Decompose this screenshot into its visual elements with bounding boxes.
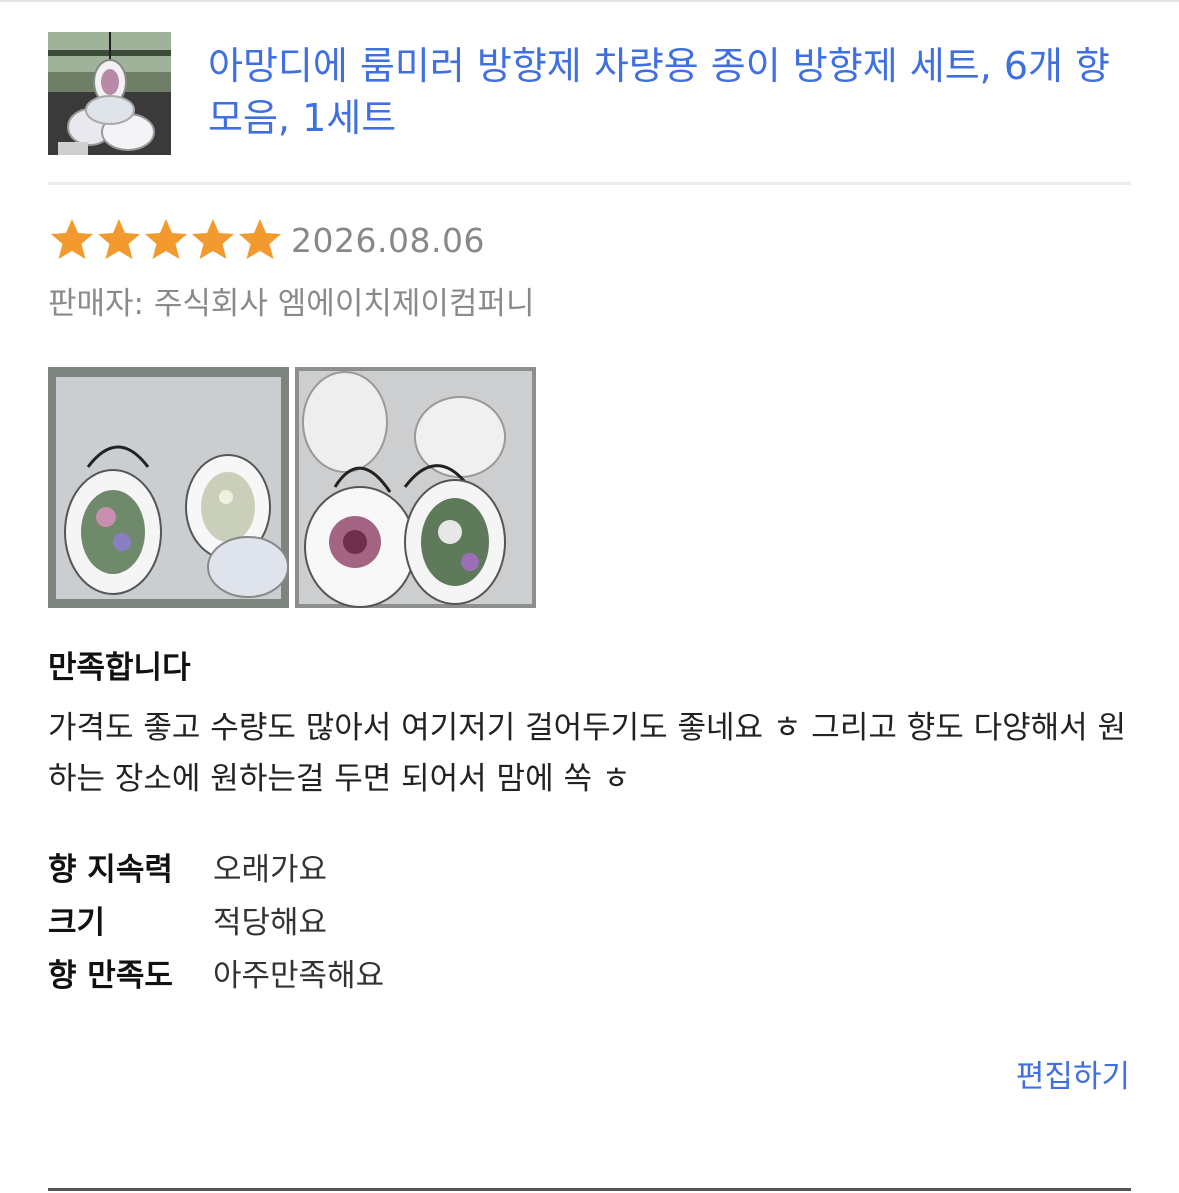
review-photo[interactable]	[295, 367, 536, 608]
seller-name: 판매자: 주식회사 엠에이치제이컴퍼니	[48, 286, 535, 322]
survey-answer: 오래가요	[213, 852, 328, 888]
star-icon	[51, 219, 93, 259]
edit-button[interactable]: 편집하기	[1016, 1051, 1130, 1096]
rating-row: 2026.08.06	[48, 214, 485, 266]
review-headline: 만족합니다	[48, 650, 191, 686]
survey-question: 크기	[48, 905, 106, 941]
survey-row: 향 지속력 오래가요	[48, 840, 384, 893]
survey-answer: 적당해요	[213, 905, 328, 941]
top-divider	[0, 0, 1179, 2]
product-title-link[interactable]: 아망디에 룸미러 방향제 차량용 종이 방향제 세트, 6개 향 모음, 1세트	[208, 40, 1128, 144]
survey-answer: 아주만족해요	[213, 958, 385, 994]
review-photos	[48, 367, 536, 608]
star-icon	[239, 219, 281, 259]
bottom-divider	[48, 1188, 1131, 1191]
product-thumbnail[interactable]	[48, 32, 171, 155]
survey-question: 향 만족도	[48, 958, 173, 994]
survey-row: 향 만족도 아주만족해요	[48, 946, 384, 999]
survey-question: 향 지속력	[48, 852, 173, 888]
star-icon	[98, 219, 140, 259]
star-rating	[48, 216, 283, 264]
review-photo[interactable]	[48, 367, 289, 608]
survey-table: 향 지속력 오래가요 크기 적당해요 향 만족도 아주만족해요	[48, 840, 384, 999]
star-icon	[145, 219, 187, 259]
review-date: 2026.08.06	[291, 220, 485, 260]
review-body: 가격도 좋고 수량도 많아서 여기저기 걸어두기도 좋네요 ㅎ 그리고 향도 다…	[48, 710, 1127, 797]
star-icon	[192, 219, 234, 259]
section-divider	[48, 182, 1131, 185]
survey-row: 크기 적당해요	[48, 893, 384, 946]
product-header: 아망디에 룸미러 방향제 차량용 종이 방향제 세트, 6개 향 모음, 1세트	[48, 32, 1131, 155]
